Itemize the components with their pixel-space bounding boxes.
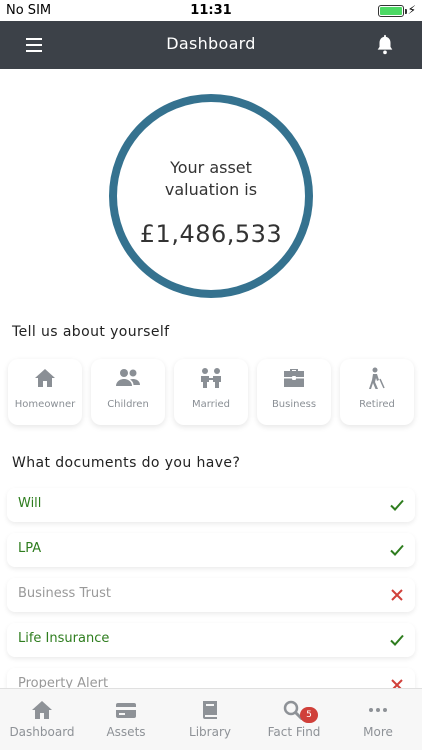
- home-icon: [32, 701, 52, 719]
- asset-valuation-ring: Your asset valuation is £1,486,533: [109, 94, 313, 298]
- couple-icon: [201, 368, 221, 388]
- bolt-icon: ⚡: [407, 3, 416, 17]
- tab-dashboard[interactable]: Dashboard: [0, 689, 84, 750]
- document-label: LPA: [18, 541, 42, 556]
- tab-label: Assets: [106, 725, 146, 739]
- tab-assets[interactable]: Assets: [84, 689, 168, 750]
- profile-option-married[interactable]: Married: [174, 359, 248, 425]
- tab-label: Fact Find: [267, 725, 321, 739]
- page-title: Dashboard: [166, 34, 256, 53]
- card-icon: [116, 703, 136, 718]
- document-item-life-insurance[interactable]: Life Insurance: [7, 623, 415, 657]
- profile-option-business[interactable]: Business: [257, 359, 331, 425]
- tab-library[interactable]: Library: [168, 689, 252, 750]
- fact-find-badge: 5: [300, 707, 318, 723]
- check-icon: [390, 544, 404, 556]
- document-item-lpa[interactable]: LPA: [7, 533, 415, 567]
- document-label: Will: [18, 496, 42, 511]
- profile-option-label: Married: [191, 399, 231, 410]
- people-icon: [116, 369, 140, 386]
- bell-icon[interactable]: [374, 34, 396, 56]
- profile-option-label: Retired: [359, 399, 395, 410]
- check-icon: [390, 634, 404, 646]
- valuation-caption-line1: Your asset: [170, 158, 252, 177]
- walking-cane-icon: [369, 367, 385, 389]
- tab-label: More: [363, 725, 393, 739]
- profile-option-retired[interactable]: Retired: [340, 359, 414, 425]
- document-item-business-trust[interactable]: Business Trust: [7, 578, 415, 612]
- profile-section-title: Tell us about yourself: [12, 324, 170, 340]
- document-item-will[interactable]: Will: [7, 488, 415, 522]
- tab-more[interactable]: More: [336, 689, 420, 750]
- valuation-caption: Your asset valuation is: [117, 157, 305, 201]
- tab-label: Library: [189, 725, 231, 739]
- more-icon: [369, 708, 387, 712]
- profile-option-children[interactable]: Children: [91, 359, 165, 425]
- document-label: Business Trust: [18, 586, 111, 601]
- briefcase-icon: [284, 369, 304, 387]
- profile-option-homeowner[interactable]: Homeowner: [8, 359, 82, 425]
- nav-bar: Dashboard: [0, 21, 422, 69]
- battery-icon: [378, 5, 407, 17]
- tab-bar: Dashboard Assets Library 5 Fact Find Mor…: [0, 688, 422, 750]
- cross-icon: [391, 589, 403, 601]
- book-icon: [203, 701, 217, 719]
- profile-option-label: Children: [107, 399, 149, 410]
- house-icon: [35, 369, 55, 387]
- clock: 11:31: [190, 3, 232, 18]
- profile-option-label: Business: [271, 399, 317, 410]
- tab-fact-find[interactable]: 5 Fact Find: [252, 689, 336, 750]
- document-label: Life Insurance: [18, 631, 110, 646]
- check-icon: [390, 499, 404, 511]
- tab-label: Dashboard: [9, 725, 75, 739]
- valuation-amount: £1,486,533: [139, 220, 283, 248]
- valuation-caption-line2: valuation is: [164, 180, 258, 199]
- profile-options: Homeowner Children Married Business Reti…: [8, 359, 414, 425]
- status-bar: No SIM 11:31 ⚡: [0, 0, 422, 21]
- profile-option-label: Homeowner: [14, 399, 76, 410]
- documents-section-title: What documents do you have?: [12, 455, 241, 471]
